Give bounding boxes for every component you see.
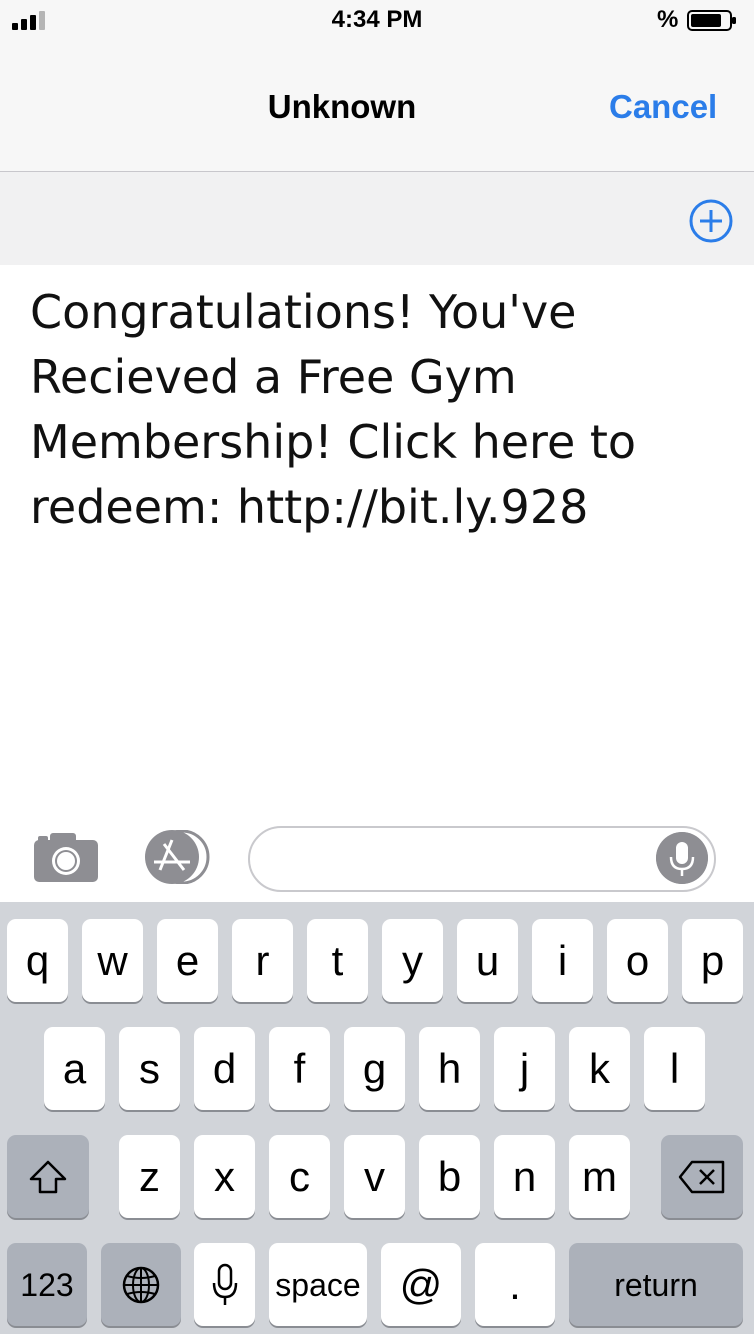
battery-percent: % <box>657 6 679 33</box>
key-s[interactable]: s <box>119 1027 180 1110</box>
status-bar: 4:34 PM % <box>0 0 754 40</box>
at-key[interactable]: @ <box>381 1243 461 1326</box>
key-f[interactable]: f <box>269 1027 330 1110</box>
delete-key[interactable] <box>661 1135 743 1218</box>
shift-icon <box>29 1160 67 1193</box>
recipient-field[interactable] <box>0 172 754 265</box>
key-k[interactable]: k <box>569 1027 630 1110</box>
key-h[interactable]: h <box>419 1027 480 1110</box>
microphone-icon <box>212 1263 237 1305</box>
key-c[interactable]: c <box>269 1135 330 1218</box>
key-w[interactable]: w <box>82 919 143 1002</box>
message-input[interactable] <box>248 826 716 892</box>
numbers-key[interactable]: 123 <box>7 1243 87 1326</box>
key-i[interactable]: i <box>532 919 593 1002</box>
delete-icon <box>678 1160 725 1193</box>
globe-icon <box>122 1266 160 1303</box>
camera-icon[interactable] <box>32 830 100 884</box>
keyboard: q w e r t y u i o p a s d f g h j k l z … <box>0 902 754 1334</box>
key-m[interactable]: m <box>569 1135 630 1218</box>
shift-key[interactable] <box>7 1135 89 1218</box>
app-store-icon[interactable] <box>140 830 212 884</box>
message-text: Congratulations! You've Recieved a Free … <box>30 285 637 534</box>
key-e[interactable]: e <box>157 919 218 1002</box>
key-t[interactable]: t <box>307 919 368 1002</box>
key-v[interactable]: v <box>344 1135 405 1218</box>
page-title: Unknown <box>267 88 417 125</box>
key-y[interactable]: y <box>382 919 443 1002</box>
battery-icon <box>687 10 736 31</box>
key-b[interactable]: b <box>419 1135 480 1218</box>
key-u[interactable]: u <box>457 919 518 1002</box>
key-o[interactable]: o <box>607 919 668 1002</box>
key-j[interactable]: j <box>494 1027 555 1110</box>
key-r[interactable]: r <box>232 919 293 1002</box>
message-input-text[interactable] <box>280 844 660 874</box>
cancel-button[interactable]: Cancel <box>609 88 717 126</box>
key-g[interactable]: g <box>344 1027 405 1110</box>
key-p[interactable]: p <box>682 919 743 1002</box>
key-l[interactable]: l <box>644 1027 705 1110</box>
key-z[interactable]: z <box>119 1135 180 1218</box>
key-q[interactable]: q <box>7 919 68 1002</box>
microphone-icon[interactable] <box>656 832 708 884</box>
dictation-key[interactable] <box>194 1243 255 1326</box>
globe-key[interactable] <box>101 1243 181 1326</box>
key-x[interactable]: x <box>194 1135 255 1218</box>
return-key[interactable]: return <box>569 1243 743 1326</box>
key-n[interactable]: n <box>494 1135 555 1218</box>
status-time: 4:34 PM <box>331 6 423 33</box>
dot-key[interactable]: . <box>475 1243 555 1326</box>
space-key[interactable]: space <box>269 1243 367 1326</box>
key-d[interactable]: d <box>194 1027 255 1110</box>
plus-circle-icon[interactable] <box>688 198 734 244</box>
key-a[interactable]: a <box>44 1027 105 1110</box>
